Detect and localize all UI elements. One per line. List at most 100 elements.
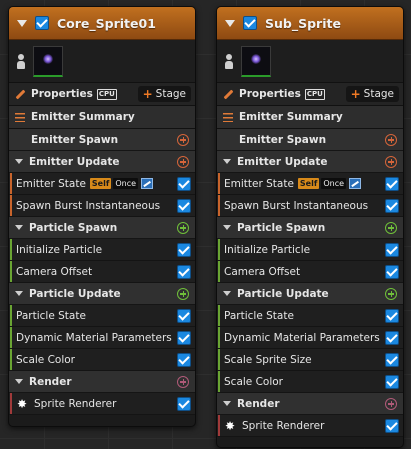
module-row-scale-sprite-size[interactable]: Scale Sprite Size bbox=[217, 349, 403, 371]
module-label: Initialize Particle bbox=[16, 243, 103, 256]
module-enabled-checkbox[interactable] bbox=[385, 198, 399, 213]
module-enabled-checkbox[interactable] bbox=[385, 242, 399, 257]
add-module-icon[interactable] bbox=[385, 133, 397, 146]
add-module-icon[interactable] bbox=[177, 155, 189, 168]
module-enabled-checkbox[interactable] bbox=[177, 242, 191, 257]
module-row-dynamic-material[interactable]: Dynamic Material Parameters bbox=[217, 327, 403, 349]
module-enabled-checkbox[interactable] bbox=[385, 330, 399, 345]
section-emitter-update[interactable]: Emitter Update bbox=[9, 151, 195, 173]
section-label: Particle Spawn bbox=[29, 221, 118, 234]
emitter-summary-row[interactable]: Emitter Summary bbox=[217, 106, 403, 129]
add-module-icon[interactable] bbox=[385, 287, 397, 300]
module-enabled-checkbox[interactable] bbox=[177, 396, 191, 411]
module-row-initialize-particle[interactable]: Initialize Particle bbox=[217, 239, 403, 261]
module-enabled-checkbox[interactable] bbox=[385, 352, 399, 367]
module-row-sprite-renderer[interactable]: ✸ Sprite Renderer bbox=[217, 415, 403, 437]
chevron-down-icon[interactable] bbox=[15, 159, 23, 164]
add-stage-button[interactable]: + Stage bbox=[345, 86, 399, 102]
module-row-emitter-state[interactable]: Emitter State Self Once bbox=[217, 173, 403, 195]
section-render[interactable]: Render bbox=[217, 393, 403, 415]
module-label: Dynamic Material Parameters bbox=[224, 331, 380, 344]
module-row-sprite-renderer[interactable]: ✸ Sprite Renderer bbox=[9, 393, 195, 415]
module-enabled-checkbox[interactable] bbox=[385, 374, 399, 389]
person-icon[interactable] bbox=[223, 52, 235, 70]
section-emitter-spawn[interactable]: Emitter Spawn bbox=[9, 129, 195, 151]
module-label: Sprite Renderer bbox=[34, 397, 117, 410]
chevron-down-icon[interactable] bbox=[17, 19, 27, 27]
section-label: Emitter Spawn bbox=[239, 133, 327, 146]
module-label: Scale Sprite Size bbox=[224, 353, 312, 366]
section-label: Emitter Update bbox=[29, 155, 120, 168]
module-label: Particle State bbox=[224, 309, 294, 322]
emitter-node-core-sprite01[interactable]: Core_Sprite01 Properties CPU + Stage Emi… bbox=[8, 6, 196, 427]
module-row-initialize-particle[interactable]: Initialize Particle bbox=[9, 239, 195, 261]
module-row-camera-offset[interactable]: Camera Offset bbox=[217, 261, 403, 283]
module-enabled-checkbox[interactable] bbox=[177, 330, 191, 345]
module-row-camera-offset[interactable]: Camera Offset bbox=[9, 261, 195, 283]
chevron-down-icon[interactable] bbox=[225, 19, 235, 27]
chevron-down-icon[interactable] bbox=[223, 159, 231, 164]
add-module-icon[interactable] bbox=[177, 287, 189, 300]
list-icon bbox=[15, 112, 25, 122]
emitter-enabled-checkbox[interactable] bbox=[243, 16, 257, 30]
add-renderer-icon[interactable] bbox=[385, 397, 397, 410]
module-row-scale-color[interactable]: Scale Color bbox=[9, 349, 195, 371]
module-enabled-checkbox[interactable] bbox=[385, 308, 399, 323]
chevron-down-icon[interactable] bbox=[223, 291, 231, 296]
emitter-title-bar[interactable]: Sub_Sprite bbox=[217, 7, 403, 40]
chevron-down-icon[interactable] bbox=[15, 291, 23, 296]
chevron-down-icon[interactable] bbox=[15, 225, 23, 230]
chevron-down-icon[interactable] bbox=[15, 379, 23, 384]
curve-chart-icon[interactable] bbox=[349, 178, 362, 189]
self-badge: Self bbox=[297, 178, 320, 189]
section-render[interactable]: Render bbox=[9, 371, 195, 393]
add-renderer-icon[interactable] bbox=[177, 375, 189, 388]
properties-row[interactable]: Properties CPU + Stage bbox=[217, 83, 403, 106]
properties-row[interactable]: Properties CPU + Stage bbox=[9, 83, 195, 106]
section-label: Particle Update bbox=[29, 287, 121, 300]
section-emitter-spawn[interactable]: Emitter Spawn bbox=[217, 129, 403, 151]
emitter-enabled-checkbox[interactable] bbox=[35, 16, 49, 30]
section-particle-spawn[interactable]: Particle Spawn bbox=[9, 217, 195, 239]
add-module-icon[interactable] bbox=[385, 155, 397, 168]
list-icon bbox=[223, 112, 233, 122]
add-module-icon[interactable] bbox=[177, 133, 189, 146]
module-row-spawn-burst[interactable]: Spawn Burst Instantaneous bbox=[9, 195, 195, 217]
module-enabled-checkbox[interactable] bbox=[177, 176, 191, 191]
module-enabled-checkbox[interactable] bbox=[177, 352, 191, 367]
module-enabled-checkbox[interactable] bbox=[385, 176, 399, 191]
module-enabled-checkbox[interactable] bbox=[177, 264, 191, 279]
module-label: Emitter State bbox=[224, 177, 294, 190]
emitter-thumbnail[interactable] bbox=[241, 45, 271, 77]
add-module-icon[interactable] bbox=[385, 221, 397, 234]
section-particle-update[interactable]: Particle Update bbox=[9, 283, 195, 305]
module-row-particle-state[interactable]: Particle State bbox=[9, 305, 195, 327]
module-enabled-checkbox[interactable] bbox=[385, 264, 399, 279]
module-row-scale-color[interactable]: Scale Color bbox=[217, 371, 403, 393]
add-module-icon[interactable] bbox=[177, 221, 189, 234]
curve-chart-icon[interactable] bbox=[141, 178, 154, 189]
module-row-particle-state[interactable]: Particle State bbox=[217, 305, 403, 327]
section-label: Render bbox=[29, 375, 72, 388]
person-icon[interactable] bbox=[15, 52, 27, 70]
module-label: Emitter State bbox=[16, 177, 86, 190]
module-enabled-checkbox[interactable] bbox=[385, 418, 399, 433]
section-emitter-update[interactable]: Emitter Update bbox=[217, 151, 403, 173]
emitter-thumbnail[interactable] bbox=[33, 45, 63, 77]
emitter-summary-row[interactable]: Emitter Summary bbox=[9, 106, 195, 129]
module-row-spawn-burst[interactable]: Spawn Burst Instantaneous bbox=[217, 195, 403, 217]
section-particle-update[interactable]: Particle Update bbox=[217, 283, 403, 305]
add-stage-button[interactable]: + Stage bbox=[137, 86, 191, 102]
emitter-title-bar[interactable]: Core_Sprite01 bbox=[9, 7, 195, 40]
module-enabled-checkbox[interactable] bbox=[177, 198, 191, 213]
module-enabled-checkbox[interactable] bbox=[177, 308, 191, 323]
section-label: Particle Update bbox=[237, 287, 329, 300]
section-particle-spawn[interactable]: Particle Spawn bbox=[217, 217, 403, 239]
stage-label: Stage bbox=[155, 88, 186, 100]
chevron-down-icon[interactable] bbox=[223, 401, 231, 406]
chevron-down-icon[interactable] bbox=[223, 225, 231, 230]
module-row-emitter-state[interactable]: Emitter State Self Once bbox=[9, 173, 195, 195]
module-row-dynamic-material[interactable]: Dynamic Material Parameters bbox=[9, 327, 195, 349]
emitter-node-sub-sprite[interactable]: Sub_Sprite Properties CPU + Stage Emitte… bbox=[216, 6, 404, 448]
emitter-summary-label: Emitter Summary bbox=[31, 111, 135, 123]
